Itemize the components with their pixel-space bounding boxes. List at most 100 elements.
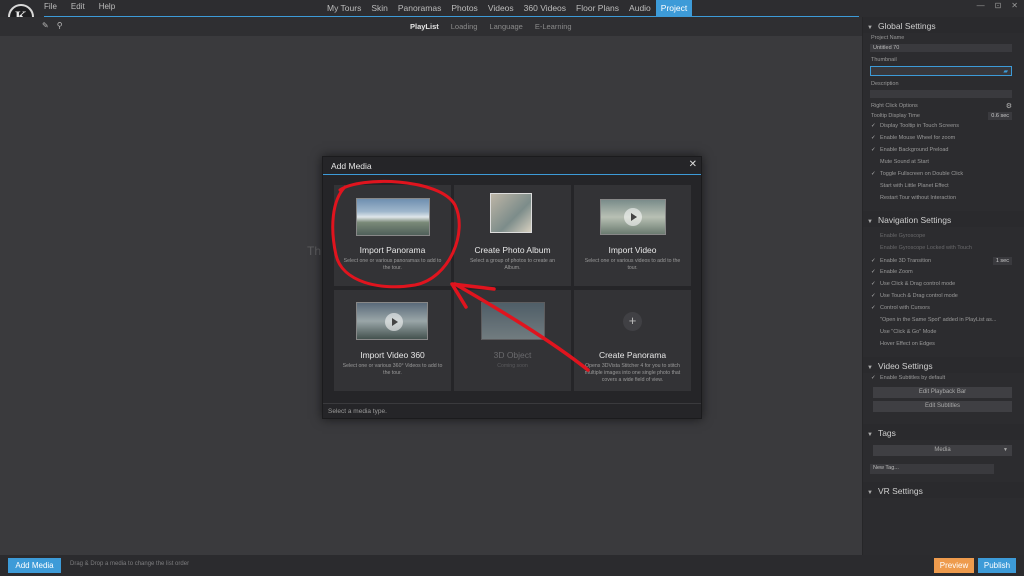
navigation-option[interactable]: ✓ Use Touch & Drag control mode bbox=[863, 291, 1024, 303]
edit-playback-bar-button[interactable]: Edit Playback Bar bbox=[873, 387, 1012, 398]
tab-loading[interactable]: Loading bbox=[451, 22, 478, 31]
navigation-option[interactable]: Enable Gyroscope bbox=[863, 231, 1024, 243]
nav-videos[interactable]: Videos bbox=[483, 0, 519, 17]
tooltip-time-stepper[interactable]: 0.6 sec bbox=[988, 112, 1012, 120]
option-row: Use "Click & Go" Mode bbox=[871, 329, 936, 335]
tile-import-video[interactable]: Import Video Select one or various video… bbox=[574, 185, 691, 286]
nav-my-tours[interactable]: My Tours bbox=[322, 0, 366, 17]
option-label: Enable Zoom bbox=[880, 269, 913, 275]
navigation-option[interactable]: ✓ Use Click & Drag control mode bbox=[863, 279, 1024, 291]
video-settings-header[interactable]: ▼ Video Settings bbox=[863, 357, 1024, 373]
tile-create-panorama[interactable]: + Create Panorama Opens 3DVista Stitcher… bbox=[574, 290, 691, 391]
tag-icon[interactable]: ✎ bbox=[42, 21, 49, 30]
description-field[interactable] bbox=[870, 90, 1012, 98]
option-row: Enable Gyroscope bbox=[871, 233, 925, 239]
close-window-icon[interactable]: ✕ bbox=[1011, 1, 1018, 10]
navigation-option[interactable]: ✓ Control with Cursors bbox=[863, 303, 1024, 315]
global-option[interactable]: Start with Little Planet Effect bbox=[863, 181, 1024, 193]
nav-photos[interactable]: Photos bbox=[446, 0, 482, 17]
tile-description: Select one or various videos to add to t… bbox=[584, 258, 681, 271]
folder-icon[interactable]: ▰ bbox=[1003, 68, 1008, 75]
nav-project[interactable]: Project bbox=[655, 0, 693, 17]
description-label: Description bbox=[871, 81, 899, 87]
navigation-option[interactable]: Enable Gyroscope Locked with Touch bbox=[863, 243, 1024, 255]
checkmark-icon[interactable]: ✓ bbox=[871, 305, 880, 311]
option-enable-subtitles[interactable]: ✓ Enable Subtitles by default bbox=[863, 373, 1024, 385]
global-option[interactable]: Restart Tour without Interaction bbox=[863, 193, 1024, 205]
checkmark-icon[interactable]: ✓ bbox=[871, 147, 880, 153]
gear-icon[interactable]: ⚙ bbox=[1006, 102, 1012, 110]
checkmark-icon[interactable]: ✓ bbox=[871, 135, 880, 141]
vr-settings-header[interactable]: ▼ VR Settings bbox=[863, 482, 1024, 498]
nav-skin[interactable]: Skin bbox=[366, 0, 393, 17]
tags-select[interactable]: Media ▼ bbox=[873, 445, 1012, 456]
background-text: Th bbox=[307, 244, 322, 258]
navigation-option[interactable]: Hover Effect on Edges bbox=[863, 339, 1024, 351]
checkmark-icon[interactable]: ✓ bbox=[871, 293, 880, 299]
collapse-arrow-icon: ▼ bbox=[867, 365, 873, 371]
option-row: ✓ Enable Mouse Wheel for zoom bbox=[871, 135, 955, 141]
menu-file[interactable]: File bbox=[44, 2, 57, 11]
publish-button[interactable]: Publish bbox=[978, 558, 1016, 573]
navigation-option[interactable]: ✓ Enable 3D Transition 1 sec bbox=[863, 255, 1024, 267]
sub-bar: ✎ ⚲ PlayList Loading Language E-Learning bbox=[0, 17, 862, 36]
option-row: ✓ Toggle Fullscreen on Double Click bbox=[871, 171, 963, 177]
navigation-settings-header[interactable]: ▼ Navigation Settings bbox=[863, 211, 1024, 227]
option-row: ✓ Use Click & Drag control mode bbox=[871, 281, 955, 287]
global-option[interactable]: ✓ Enable Background Preload bbox=[863, 145, 1024, 157]
option-row: ✓ Display Tooltip in Touch Screens bbox=[871, 123, 959, 129]
checkmark-icon[interactable]: ✓ bbox=[871, 171, 880, 177]
navigation-option[interactable]: Use "Click & Go" Mode bbox=[863, 327, 1024, 339]
maximize-icon[interactable]: ⊡ bbox=[995, 1, 1002, 10]
nav-audio[interactable]: Audio bbox=[624, 0, 656, 17]
nav-panoramas[interactable]: Panoramas bbox=[393, 0, 446, 17]
global-option[interactable]: ✓ Enable Mouse Wheel for zoom bbox=[863, 133, 1024, 145]
navigation-option[interactable]: "Open in the Same Spot" added in PlayLis… bbox=[863, 315, 1024, 327]
tile-create-photo-album[interactable]: Create Photo Album Select a group of pho… bbox=[454, 185, 571, 286]
close-icon[interactable]: ✕ bbox=[689, 159, 697, 170]
project-name-field[interactable]: Untitled 70 bbox=[870, 44, 1012, 52]
global-option[interactable]: ✓ Toggle Fullscreen on Double Click bbox=[863, 169, 1024, 181]
option-label: Start with Little Planet Effect bbox=[880, 183, 949, 189]
option-label: Enable 3D Transition bbox=[880, 258, 932, 264]
tab-playlist[interactable]: PlayList bbox=[410, 22, 439, 31]
section-title: Tags bbox=[877, 428, 896, 438]
menu-help[interactable]: Help bbox=[99, 2, 115, 11]
section-title: Navigation Settings bbox=[877, 215, 952, 225]
global-option[interactable]: Mute Sound at Start bbox=[863, 157, 1024, 169]
tile-import-panorama[interactable]: Import Panorama Select one or various pa… bbox=[334, 185, 451, 286]
tags-header[interactable]: ▼ Tags bbox=[863, 424, 1024, 440]
option-value-stepper[interactable]: 1 sec bbox=[992, 257, 1012, 265]
plus-icon: + bbox=[623, 312, 642, 331]
tab-e-learning[interactable]: E-Learning bbox=[535, 22, 572, 31]
checkmark-icon[interactable]: ✓ bbox=[871, 281, 880, 287]
minimize-icon[interactable]: — bbox=[977, 1, 985, 10]
checkmark-icon[interactable]: ✓ bbox=[871, 269, 880, 275]
checkmark-icon: ✓ bbox=[871, 375, 876, 381]
new-tag-input[interactable]: New Tag... bbox=[870, 464, 994, 474]
tile-title: Import Video bbox=[608, 245, 657, 255]
checkmark-icon[interactable]: ✓ bbox=[871, 258, 880, 264]
option-label: Hover Effect on Edges bbox=[880, 341, 935, 347]
search-icon[interactable]: ⚲ bbox=[57, 21, 63, 30]
tab-language[interactable]: Language bbox=[489, 22, 522, 31]
edit-subtitles-button[interactable]: Edit Subtitles bbox=[873, 401, 1012, 412]
add-media-button[interactable]: Add Media bbox=[8, 558, 61, 573]
drag-hint: Drag & Drop a media to change the list o… bbox=[70, 561, 190, 567]
option-label: Use Click & Drag control mode bbox=[880, 281, 956, 287]
navigation-option[interactable]: ✓ Enable Zoom bbox=[863, 267, 1024, 279]
preview-button[interactable]: Preview bbox=[934, 558, 974, 573]
dialog-title: Add Media bbox=[331, 161, 372, 171]
global-settings-header[interactable]: ▼ Global Settings bbox=[863, 17, 1024, 33]
3d-object-thumbnail bbox=[481, 302, 545, 340]
nav-floor-plans[interactable]: Floor Plans bbox=[571, 0, 624, 17]
tile-import-video-360[interactable]: Import Video 360 Select one or various 3… bbox=[334, 290, 451, 391]
project-name-label: Project Name bbox=[871, 35, 905, 41]
menu-edit[interactable]: Edit bbox=[71, 2, 85, 11]
thumbnail-field[interactable]: ▰ bbox=[870, 66, 1012, 76]
photo-album-thumbnail bbox=[490, 193, 532, 233]
video-thumbnail bbox=[600, 199, 666, 235]
checkmark-icon[interactable]: ✓ bbox=[871, 123, 880, 129]
global-option[interactable]: ✓ Display Tooltip in Touch Screens bbox=[863, 121, 1024, 133]
nav-360-videos[interactable]: 360 Videos bbox=[519, 0, 571, 17]
